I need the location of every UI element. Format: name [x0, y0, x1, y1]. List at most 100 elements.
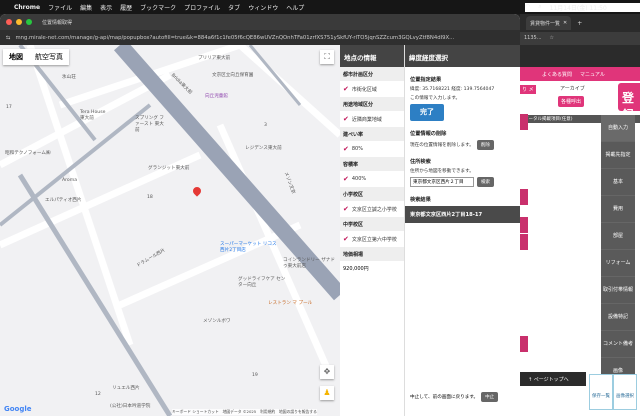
checkbox-row[interactable]: ✔ 近隣商業地域	[340, 111, 404, 127]
image-select-button[interactable]: 画像選択	[613, 374, 637, 410]
map-label[interactable]: Aroma	[62, 178, 77, 183]
checkbox-label: 文京区立第六中学校	[351, 236, 397, 243]
map-label: 19	[252, 373, 258, 378]
checkbox-row[interactable]: ✔ 文京区立誠之小学校	[340, 201, 404, 217]
menu-window[interactable]: ウィンドウ	[248, 3, 278, 12]
cancel-button[interactable]: 中止	[481, 392, 499, 402]
check-icon[interactable]: ✔	[343, 235, 349, 243]
map-label[interactable]: 文京区立向丘保育園	[212, 72, 253, 78]
check-icon[interactable]: ✔	[343, 175, 349, 183]
close-window-button[interactable]	[6, 19, 12, 25]
map-label[interactable]: スーパーマーケット リコス 西片2丁目店	[220, 241, 282, 253]
coords: 緯度: 35.7168221 経度: 139.7564047	[410, 87, 495, 92]
map-label[interactable]: Tera House 東大前	[80, 110, 110, 121]
checkbox-row[interactable]: ✔ 文京区立第六中学校	[340, 231, 404, 247]
register-button[interactable]: 登録	[618, 83, 640, 122]
side-comment[interactable]: コメント備考	[601, 331, 635, 358]
check-icon[interactable]: ✔	[343, 205, 349, 213]
map-type-map[interactable]: 地図	[3, 49, 29, 65]
search-icon[interactable]: ⌕	[538, 3, 541, 12]
menu-edit[interactable]: 編集	[80, 3, 92, 12]
land-price: 920,000円	[343, 266, 369, 272]
recenter-icon[interactable]: ✥	[320, 365, 334, 379]
section-sidebar: 自動入力 掲載先指定 基本 費用 部屋 リフォーム 取引付帯情報 設備特記 コメ…	[601, 115, 635, 385]
map-label[interactable]: グランジット東大前	[148, 165, 189, 171]
map-label[interactable]: 向丘児童館	[205, 93, 228, 99]
address-input[interactable]	[410, 177, 474, 187]
map-label[interactable]: (公社)日本吟道学院	[110, 403, 150, 409]
side-trade[interactable]: 取引付帯情報	[601, 277, 635, 304]
latlng-panel: 緯度経度選択 位置指定結果 緯度: 35.7168221 経度: 139.756…	[405, 45, 520, 416]
side-cost[interactable]: 費用	[601, 196, 635, 223]
side-publish[interactable]: 掲載先指定	[601, 142, 635, 169]
side-room[interactable]: 部屋	[601, 223, 635, 250]
menu-view[interactable]: 表示	[100, 3, 112, 12]
minimize-button[interactable]	[16, 19, 22, 25]
side-auto[interactable]: 自動入力	[601, 115, 635, 142]
menu-app[interactable]: Chrome	[14, 4, 40, 11]
manual-link[interactable]: マニュアル	[580, 71, 605, 78]
check-icon[interactable]: ✔	[343, 85, 349, 93]
checkbox-row[interactable]: ✔ 市街化区域	[340, 81, 404, 97]
map-label[interactable]: コインランドリー ザナドゥ東大前店	[283, 257, 338, 269]
checkbox-row[interactable]: ✔ 80%	[340, 141, 404, 157]
search-button[interactable]: 検索	[477, 177, 494, 187]
map-label[interactable]: レジデンス東大前	[245, 145, 282, 151]
map-label: 17	[6, 105, 12, 110]
side-reform[interactable]: リフォーム	[601, 250, 635, 277]
map-label[interactable]: レストラン マ プール	[268, 300, 312, 306]
zoom-button[interactable]	[26, 19, 32, 25]
saved-list-button[interactable]: 保存一覧	[589, 374, 613, 410]
map[interactable]: 地図 航空写真 ⛶ プリリア東大前 文京区立向丘保育園 向丘児童館 氷山荘 Bri…	[0, 45, 340, 416]
section-label: 都市計画区分	[340, 67, 404, 81]
menu-file[interactable]: ファイル	[48, 3, 72, 12]
background-browser: 賃貸物件一覧 ✕ + 1135... ☆ よくある質問 マニュアル り メ アーカイブ …	[520, 14, 640, 416]
map-footer[interactable]: キーボード ショートカット 地図データ ©2025 利用規約 地図の誤りを報告す…	[172, 409, 317, 415]
map-label[interactable]: リュエル西片	[112, 385, 140, 391]
archive-label[interactable]: アーカイブ	[560, 85, 585, 92]
menu-profile[interactable]: プロファイル	[184, 3, 220, 12]
header-tag[interactable]: り メ	[520, 85, 536, 94]
clock[interactable]: 11月14日(金) 11:50	[550, 3, 607, 12]
map-label[interactable]: グッドライフケア センター向丘	[238, 276, 288, 288]
export-button[interactable]: 各種呼出	[558, 96, 585, 107]
check-icon[interactable]: ✔	[343, 145, 349, 153]
map-label[interactable]: エルパティオ西片	[45, 197, 81, 203]
checkbox-row[interactable]: ✔ 400%	[340, 171, 404, 187]
menu-history[interactable]: 履歴	[120, 3, 132, 12]
menu-tab[interactable]: タブ	[228, 3, 240, 12]
fullscreen-icon[interactable]: ⛶	[320, 50, 334, 64]
wifi-icon[interactable]: ◠	[525, 3, 530, 12]
section-label: 建ぺい率	[340, 127, 404, 141]
url-text[interactable]: mng.mirale-net.com/manage/g-api/map/popu…	[15, 35, 454, 41]
map-label[interactable]: 昭和テクノフォーム㈱	[5, 150, 51, 156]
check-icon[interactable]: ✔	[343, 115, 349, 123]
street-view-pegman-icon[interactable]: ♟	[320, 386, 334, 400]
map-label[interactable]: 氷山荘	[62, 74, 76, 80]
checkbox-label: 近隣商業地域	[351, 116, 382, 123]
delete-button[interactable]: 削除	[476, 140, 494, 150]
side-equip[interactable]: 設備特記	[601, 304, 635, 331]
menu-bookmarks[interactable]: ブックマーク	[140, 3, 176, 12]
map-type-satellite[interactable]: 航空写真	[29, 49, 69, 65]
side-basic[interactable]: 基本	[601, 169, 635, 196]
new-tab-icon[interactable]: +	[577, 20, 582, 27]
done-button[interactable]: 完了	[410, 104, 444, 121]
site-settings-icon[interactable]: ⇆	[6, 35, 10, 41]
browser-tab[interactable]: 賃貸物件一覧 ✕	[526, 16, 572, 30]
checkbox-label: 80%	[351, 146, 363, 152]
map-label[interactable]: メゾンルボワ	[203, 318, 231, 324]
faq-link[interactable]: よくある質問	[542, 71, 572, 78]
map-label[interactable]: スプリング ファースト 東大前	[135, 115, 165, 133]
section-label: 容積率	[340, 157, 404, 171]
section-label: 地価相場	[340, 247, 404, 261]
close-icon[interactable]: ✕	[563, 20, 567, 26]
section-label: 中学校区	[340, 217, 404, 231]
mac-menubar: Chrome ファイル 編集 表示 履歴 ブックマーク プロファイル タブ ウィ…	[0, 0, 640, 14]
page-top-button[interactable]: ↑ ページトップへ	[520, 372, 586, 386]
star-icon[interactable]: ☆	[550, 35, 554, 42]
url-fragment[interactable]: 1135...	[524, 35, 542, 42]
search-result-item[interactable]: 東京都文京区西片2丁目18-17	[405, 206, 520, 223]
map-label[interactable]: プリリア東大前	[198, 55, 230, 61]
menu-help[interactable]: ヘルプ	[286, 3, 304, 12]
